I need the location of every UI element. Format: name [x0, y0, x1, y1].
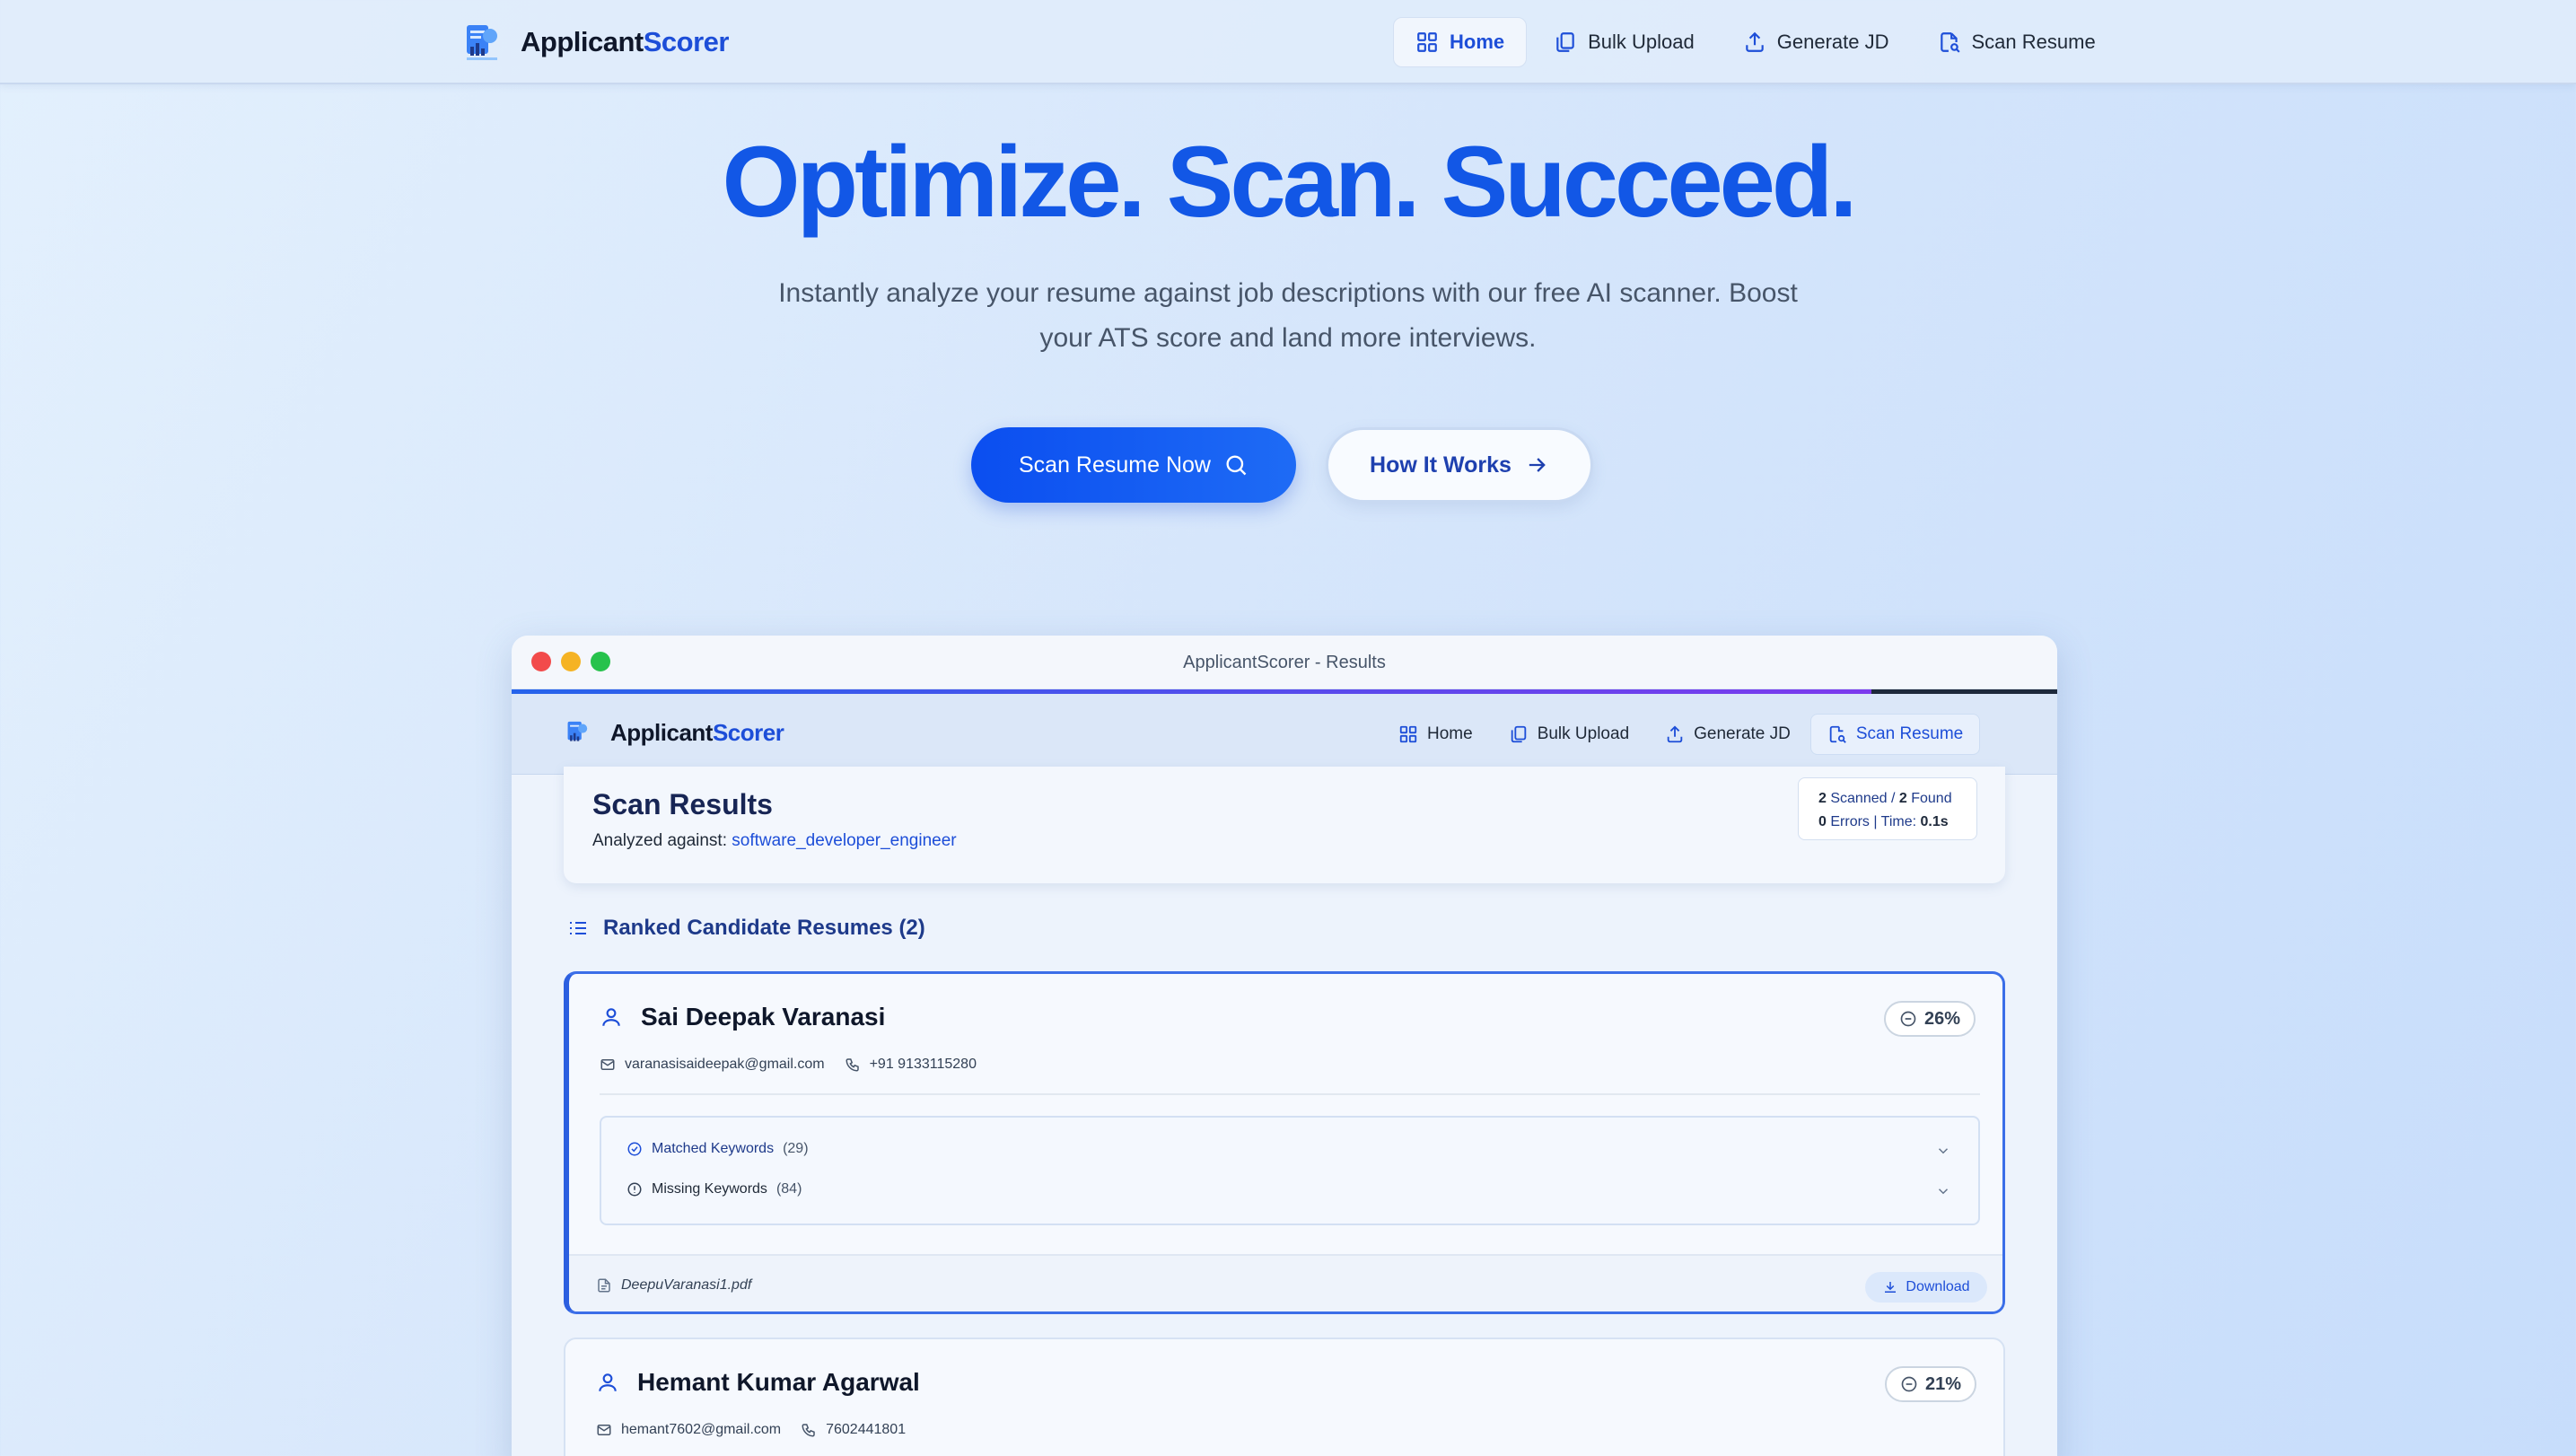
arrow-right-icon: [1529, 458, 1546, 472]
nav-generate-jd[interactable]: Generate JD: [1722, 17, 1911, 67]
score-badge: 21%: [1885, 1366, 1976, 1402]
candidate-name: Sai Deepak Varanasi: [641, 1003, 886, 1031]
results-preview-window: ApplicantScorer - Results ApplicantScore…: [512, 636, 2057, 1456]
file-icon: [598, 1278, 610, 1293]
phone-icon: [846, 1058, 859, 1072]
grid-icon: [1399, 725, 1417, 743]
preview-nav-home[interactable]: Home: [1382, 714, 1489, 755]
jd-link[interactable]: software_developer_engineer: [732, 831, 956, 850]
nav-home[interactable]: Home: [1393, 17, 1528, 67]
hero-subtitle: Instantly analyze your resume against jo…: [778, 278, 1798, 353]
top-navbar: ApplicantScorer Home Bulk Upload Generat…: [0, 0, 2576, 84]
brand-logo-link[interactable]: ApplicantScorer: [463, 22, 729, 63]
candidate-email[interactable]: hemant7602@gmail.com: [621, 1422, 781, 1438]
document-scan-icon: [1940, 32, 1960, 53]
logo-icon: [467, 25, 497, 60]
candidate-contact: hemant7602@gmail.com 7602441801: [596, 1422, 906, 1438]
phone-icon: [802, 1424, 815, 1437]
search-icon: [1226, 455, 1247, 476]
scan-stats: 2 Scanned / 2 Found 0 Errors | Time: 0.1…: [1798, 777, 1977, 840]
upload-icon: [1667, 725, 1683, 743]
files-icon: [1511, 725, 1526, 743]
analyzed-against: Analyzed against: software_developer_eng…: [592, 831, 957, 850]
upload-icon: [1746, 31, 1764, 52]
missing-keywords-toggle[interactable]: Missing Keywords (84): [626, 1181, 802, 1197]
candidate-header: Sai Deepak Varanasi: [600, 1003, 885, 1031]
divider: [600, 1093, 1980, 1095]
logo-icon: [567, 721, 588, 741]
alert-circle-icon: [627, 1182, 642, 1197]
scan-resume-now-button[interactable]: Scan Resume Now: [971, 427, 1296, 503]
preview-brand[interactable]: ApplicantScorer: [565, 717, 784, 748]
window-title: ApplicantScorer - Results: [1183, 653, 1386, 672]
candidate-contact: varanasisaideepak@gmail.com +91 91331152…: [600, 1057, 977, 1073]
candidate-footer: DeepuVaranasi1.pdf Download: [569, 1254, 2002, 1311]
matched-keywords-toggle[interactable]: Matched Keywords (29): [626, 1141, 809, 1157]
preview-brand-name: ApplicantScorer: [610, 718, 784, 746]
mail-icon: [600, 1059, 615, 1070]
how-it-works-button[interactable]: How It Works: [1326, 427, 1593, 503]
candidate-email[interactable]: varanasisaideepak@gmail.com: [625, 1057, 825, 1073]
results-title: Scan Results: [592, 788, 773, 820]
ranked-candidates-header: Ranked Candidate Resumes (2): [567, 916, 925, 941]
grid-icon: [1417, 32, 1437, 52]
window-titlebar: ApplicantScorer - Results: [512, 636, 2057, 689]
check-circle-icon: [627, 1142, 642, 1156]
candidate-card[interactable]: Hemant Kumar Agarwal 21% hemant7602@gmai…: [564, 1338, 2005, 1456]
chevron-down-icon[interactable]: [1935, 1183, 1951, 1199]
score-badge: 26%: [1884, 1001, 1976, 1037]
nav-bulk-upload[interactable]: Bulk Upload: [1532, 17, 1716, 67]
keywords-panel: Matched Keywords (29) Missing Keywords (…: [600, 1116, 1980, 1225]
brand-name: ApplicantScorer: [521, 26, 729, 57]
candidate-card[interactable]: Sai Deepak Varanasi 26% varanasisaideepa…: [564, 971, 2005, 1314]
chevron-down-icon[interactable]: [1935, 1143, 1951, 1159]
preview-navbar: ApplicantScorer Home Bulk Upload Generat…: [512, 694, 2057, 775]
user-icon: [599, 1373, 617, 1391]
nav-scan-resume[interactable]: Scan Resume: [1916, 17, 2117, 67]
preview-nav: Home Bulk Upload Generate JD Scan Resume: [1382, 714, 1984, 755]
mail-icon: [597, 1425, 611, 1435]
resume-file: DeepuVaranasi1.pdf: [596, 1277, 751, 1294]
list-icon: [570, 922, 586, 934]
candidate-phone[interactable]: 7602441801: [826, 1422, 906, 1438]
minus-circle-icon: [1900, 1011, 1916, 1027]
scan-results-card: Scan Results Analyzed against: software_…: [564, 767, 2005, 883]
download-icon: [1885, 1282, 1897, 1293]
preview-nav-bulk-upload[interactable]: Bulk Upload: [1493, 714, 1645, 755]
candidate-phone[interactable]: +91 9133115280: [870, 1057, 977, 1073]
candidate-name: Hemant Kumar Agarwal: [637, 1368, 920, 1396]
preview-nav-generate-jd[interactable]: Generate JD: [1649, 714, 1807, 755]
files-icon: [1556, 32, 1574, 52]
candidate-header: Hemant Kumar Agarwal: [596, 1368, 920, 1397]
download-button[interactable]: Download: [1865, 1272, 1987, 1303]
document-scan-icon: [1829, 725, 1846, 743]
minus-circle-icon: [1901, 1376, 1917, 1392]
hero-title: Optimize. Scan. Succeed.: [722, 126, 1858, 238]
preview-nav-scan-resume[interactable]: Scan Resume: [1809, 714, 1981, 755]
main-nav: Home Bulk Upload Generate JD Scan Resume: [1393, 17, 2123, 67]
user-icon: [602, 1008, 620, 1026]
